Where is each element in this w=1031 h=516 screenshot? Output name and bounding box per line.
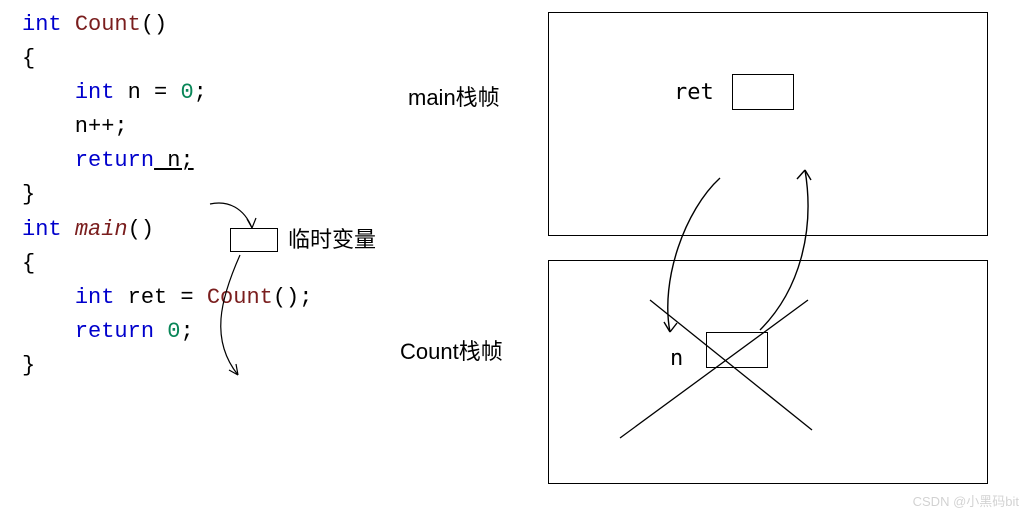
watermark: CSDN @小黑码bit bbox=[913, 491, 1019, 510]
fn-count: Count bbox=[75, 12, 141, 37]
n-var-box bbox=[706, 332, 768, 368]
code-line: } bbox=[22, 349, 312, 383]
code-line: n++; bbox=[22, 110, 312, 144]
count-frame-label: Count栈帧 bbox=[400, 334, 503, 366]
code-line: } bbox=[22, 178, 312, 212]
code-line: return n; bbox=[22, 144, 312, 178]
main-stack-frame bbox=[548, 12, 988, 236]
code-line: { bbox=[22, 42, 312, 76]
main-frame-label: main栈帧 bbox=[408, 80, 500, 112]
keyword-int: int bbox=[22, 12, 75, 37]
ret-var-label: ret bbox=[674, 80, 714, 105]
temp-variable-label: 临时变量 bbox=[288, 222, 376, 254]
code-line: int ret = Count(); bbox=[22, 281, 312, 315]
code-line: int n = 0; bbox=[22, 76, 312, 110]
code-line: return 0; bbox=[22, 315, 312, 349]
count-stack-frame bbox=[548, 260, 988, 484]
code-block: int Count() { int n = 0; n++; return n; … bbox=[22, 8, 312, 383]
ret-var-box bbox=[732, 74, 794, 110]
n-var-label: n bbox=[670, 346, 683, 371]
code-line: int Count() bbox=[22, 8, 312, 42]
temp-variable-box bbox=[230, 228, 278, 252]
fn-main: main bbox=[75, 217, 128, 242]
